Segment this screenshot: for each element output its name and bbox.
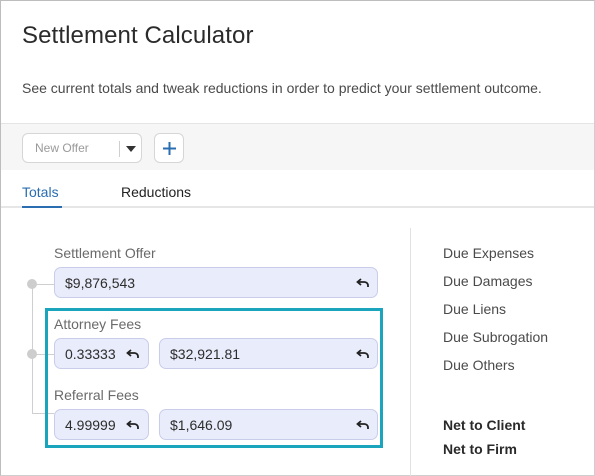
due-others-label: Due Others <box>443 357 515 373</box>
tree-branch <box>32 284 54 285</box>
page-title: Settlement Calculator <box>22 22 254 49</box>
due-subrogation-label: Due Subrogation <box>443 329 549 345</box>
settlement-offer-field[interactable]: $9,876,543 <box>54 267 378 298</box>
chevron-down-icon[interactable] <box>126 146 136 152</box>
settlement-offer-label: Settlement Offer <box>54 245 156 261</box>
select-separator <box>119 141 120 157</box>
fees-highlight-box <box>45 308 383 448</box>
tab-reductions[interactable]: Reductions <box>121 184 191 200</box>
active-tab-indicator <box>22 206 62 208</box>
plus-icon <box>163 142 176 155</box>
net-to-firm-label: Net to Firm <box>443 441 517 457</box>
tab-bar: Totals Reductions <box>1 170 594 208</box>
add-offer-button[interactable] <box>154 133 184 163</box>
column-divider <box>410 228 411 476</box>
due-liens-label: Due Liens <box>443 301 507 317</box>
offer-select[interactable]: New Offer <box>22 133 142 163</box>
due-expenses-label: Due Expenses <box>443 245 535 261</box>
due-damages-label: Due Damages <box>443 273 533 289</box>
tab-totals[interactable]: Totals <box>22 184 59 200</box>
offer-toolbar: New Offer <box>1 123 594 170</box>
net-to-client-label: Net to Client <box>443 417 526 433</box>
settlement-offer-value: $9,876,543 <box>65 275 136 291</box>
undo-icon[interactable] <box>356 276 370 290</box>
page-subtitle: See current totals and tweak reductions … <box>22 80 542 96</box>
offer-select-placeholder: New Offer <box>35 141 89 155</box>
